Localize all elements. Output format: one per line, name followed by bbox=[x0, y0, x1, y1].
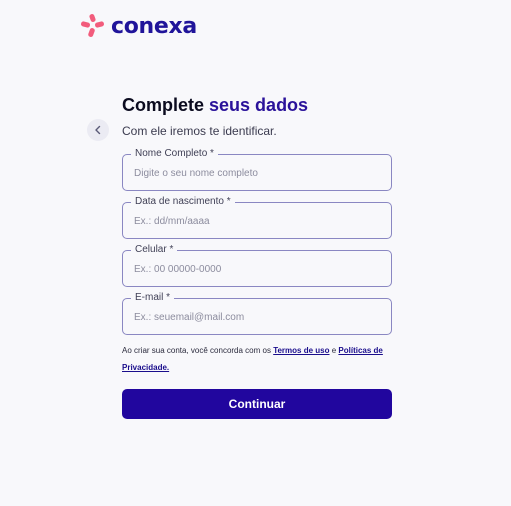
phone-field[interactable]: Celular * bbox=[122, 244, 392, 287]
birth-date-label: Data de nascimento * bbox=[131, 196, 235, 208]
terms-prefix: Ao criar sua conta, você concorda com os bbox=[122, 346, 274, 355]
email-input[interactable] bbox=[134, 309, 379, 325]
title-accent: seus dados bbox=[209, 95, 309, 115]
page-title: Complete seus dados bbox=[122, 95, 308, 116]
terms-notice: Ao criar sua conta, você concorda com os… bbox=[122, 342, 394, 376]
brand-name: conexa bbox=[111, 13, 197, 39]
full-name-input[interactable] bbox=[134, 165, 379, 181]
full-name-label: Nome Completo * bbox=[131, 148, 218, 160]
brand-logo: conexa bbox=[81, 13, 197, 39]
conexa-logo-icon bbox=[81, 14, 104, 37]
birth-date-input[interactable] bbox=[134, 213, 379, 229]
chevron-left-icon bbox=[95, 125, 101, 135]
full-name-field[interactable]: Nome Completo * bbox=[122, 148, 392, 191]
email-field[interactable]: E-mail * bbox=[122, 292, 392, 335]
terms-of-use-link[interactable]: Termos de uso bbox=[273, 346, 329, 355]
back-button[interactable] bbox=[87, 119, 109, 141]
phone-label: Celular * bbox=[131, 244, 178, 256]
page-subtitle: Com ele iremos te identificar. bbox=[122, 124, 277, 138]
title-plain: Complete bbox=[122, 95, 205, 115]
phone-input[interactable] bbox=[134, 261, 379, 277]
birth-date-field[interactable]: Data de nascimento * bbox=[122, 196, 392, 239]
continue-button[interactable]: Continuar bbox=[122, 389, 392, 419]
email-label: E-mail * bbox=[131, 292, 175, 304]
